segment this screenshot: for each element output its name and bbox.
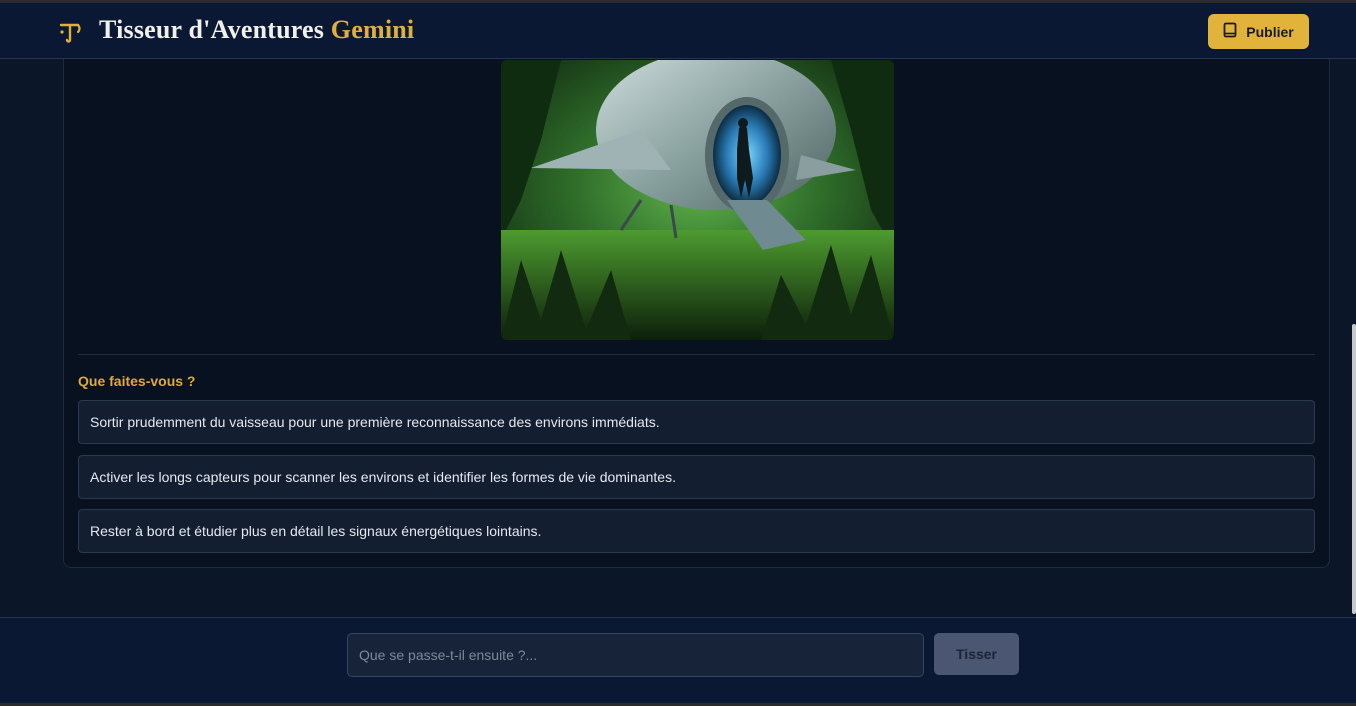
publish-button[interactable]: Publier: [1208, 14, 1309, 49]
app-title-accent: Gemini: [330, 15, 415, 44]
section-divider: [78, 354, 1315, 355]
weave-button[interactable]: Tisser: [934, 633, 1019, 675]
composer-bar: Tisser: [0, 617, 1356, 703]
choice-option[interactable]: Activer les longs capteurs pour scanner …: [78, 455, 1315, 499]
choice-option[interactable]: Rester à bord et étudier plus en détail …: [78, 509, 1315, 553]
quill-icon: [58, 18, 84, 44]
app-title-main: Tisseur d'Aventures: [99, 15, 325, 44]
publish-button-label: Publier: [1246, 23, 1294, 40]
app-header: Tisseur d'Aventures Gemini Publier: [0, 3, 1356, 59]
app-title: Tisseur d'Aventures Gemini: [99, 15, 414, 45]
book-icon: [1223, 22, 1237, 41]
scene-illustration: [501, 60, 894, 340]
scrollbar-thumb[interactable]: [1352, 324, 1356, 614]
choices-prompt: Que faites-vous ?: [78, 373, 196, 389]
story-card: Que faites-vous ? Sortir prudemment du v…: [63, 59, 1330, 568]
story-view[interactable]: Que faites-vous ? Sortir prudemment du v…: [0, 59, 1356, 617]
scrollbar[interactable]: [1350, 59, 1356, 617]
choice-option[interactable]: Sortir prudemment du vaisseau pour une p…: [78, 400, 1315, 444]
story-prompt-input[interactable]: [347, 633, 924, 677]
